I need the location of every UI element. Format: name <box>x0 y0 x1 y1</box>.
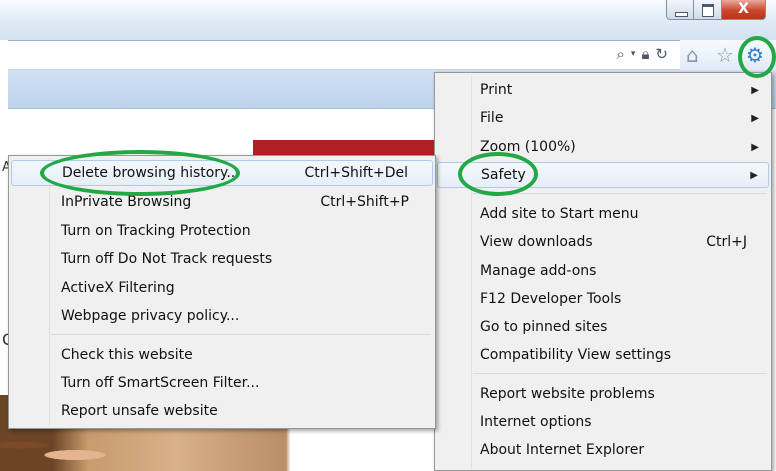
home-icon[interactable]: ⌂ <box>686 45 699 65</box>
menu-item-zoom[interactable]: Zoom (100%) ▶ <box>437 134 769 160</box>
menu-item-manage-addons[interactable]: Manage add-ons <box>437 258 769 284</box>
menu-item-file[interactable]: File ▶ <box>437 105 769 131</box>
menu-item-label: Turn off Do Not Track requests <box>61 251 273 267</box>
menu-item-view-downloads[interactable]: View downloads Ctrl+J <box>437 229 769 255</box>
maximize-icon <box>702 4 714 17</box>
menu-item-about-ie[interactable]: About Internet Explorer <box>437 437 769 463</box>
submenu-arrow-icon: ▶ <box>751 141 759 153</box>
safety-submenu: Delete browsing history... Ctrl+Shift+De… <box>8 155 436 429</box>
menu-item-shortcut: Ctrl+Shift+P <box>320 194 409 210</box>
minimize-button[interactable] <box>666 0 694 20</box>
tools-menu: Print ▶ File ▶ Zoom (100%) ▶ Safety ▶ Ad… <box>434 72 772 471</box>
menu-item-label: Add site to Start menu <box>480 206 639 222</box>
submenu-arrow-icon: ▶ <box>750 169 758 181</box>
menu-item-add-site[interactable]: Add site to Start menu <box>437 201 769 227</box>
submenu-arrow-icon: ▶ <box>751 84 759 96</box>
menu-item-activex-filtering[interactable]: ActiveX Filtering <box>11 275 433 301</box>
menu-item-safety[interactable]: Safety ▶ <box>437 162 769 188</box>
address-bar-icons: ⌕ ▾ 🔒︎ ↻ <box>617 45 669 63</box>
menu-item-delete-history[interactable]: Delete browsing history... Ctrl+Shift+De… <box>11 160 433 186</box>
menu-item-report-problems[interactable]: Report website problems <box>437 381 769 407</box>
menu-item-label: Check this website <box>61 347 193 363</box>
title-bar: X <box>0 0 776 40</box>
menu-item-check-website[interactable]: Check this website <box>11 342 433 368</box>
menu-item-internet-options[interactable]: Internet options <box>437 409 769 435</box>
menu-item-label: ActiveX Filtering <box>61 280 175 296</box>
menu-item-label: Report unsafe website <box>61 403 218 419</box>
menu-separator <box>473 373 767 374</box>
menu-item-label: Compatibility View settings <box>480 347 672 363</box>
menu-item-report-unsafe[interactable]: Report unsafe website <box>11 398 433 424</box>
menu-item-shortcut: Ctrl+Shift+Del <box>304 165 408 181</box>
menu-item-label: Delete browsing history... <box>62 165 240 181</box>
menu-item-label: InPrivate Browsing <box>61 194 192 210</box>
gear-icon[interactable]: ⚙ <box>746 45 764 65</box>
submenu-arrow-icon: ▶ <box>751 112 759 124</box>
star-icon[interactable]: ☆ <box>716 45 734 65</box>
menu-separator <box>473 193 767 194</box>
minimize-icon <box>675 12 688 17</box>
menu-item-label: Print <box>480 82 513 98</box>
menu-item-f12-tools[interactable]: F12 Developer Tools <box>437 286 769 312</box>
menu-item-print[interactable]: Print ▶ <box>437 77 769 103</box>
menu-item-smartscreen[interactable]: Turn off SmartScreen Filter... <box>11 370 433 396</box>
menu-item-label: F12 Developer Tools <box>480 291 622 307</box>
close-icon: X <box>738 1 749 17</box>
menu-item-label: Report website problems <box>480 386 655 402</box>
menu-item-label: Turn off SmartScreen Filter... <box>61 375 260 391</box>
menu-item-label: Zoom (100%) <box>480 139 576 155</box>
menu-item-do-not-track[interactable]: Turn off Do Not Track requests <box>11 246 433 272</box>
menu-item-pinned-sites[interactable]: Go to pinned sites <box>437 314 769 340</box>
menu-item-label: Internet options <box>480 414 592 430</box>
menu-item-label: File <box>480 110 504 126</box>
search-icon[interactable]: ⌕ <box>617 45 625 63</box>
address-bar[interactable]: ⌕ ▾ 🔒︎ ↻ <box>8 40 688 70</box>
menu-item-shortcut: Ctrl+J <box>706 234 747 250</box>
menu-item-label: About Internet Explorer <box>480 442 645 458</box>
maximize-button[interactable] <box>694 0 722 20</box>
menu-item-compat-view[interactable]: Compatibility View settings <box>437 342 769 368</box>
close-button[interactable]: X <box>722 0 766 20</box>
menu-item-label: Go to pinned sites <box>480 319 608 335</box>
menu-item-tracking-protection[interactable]: Turn on Tracking Protection <box>11 218 433 244</box>
lock-icon[interactable]: 🔒︎ <box>641 45 649 63</box>
window-controls: X <box>666 0 766 22</box>
menu-item-label: Turn on Tracking Protection <box>61 223 251 239</box>
dropdown-arrow-icon[interactable]: ▾ <box>631 49 636 59</box>
menu-item-label: Manage add-ons <box>480 263 597 279</box>
menu-item-privacy-policy[interactable]: Webpage privacy policy... <box>11 303 433 329</box>
refresh-icon[interactable]: ↻ <box>655 45 668 63</box>
menu-separator <box>51 334 431 335</box>
menu-item-label: Safety <box>481 167 526 183</box>
command-icons: ⌂ ☆ ⚙ <box>680 40 776 72</box>
menu-item-inprivate[interactable]: InPrivate Browsing Ctrl+Shift+P <box>11 189 433 215</box>
menu-item-label: View downloads <box>480 234 593 250</box>
menu-item-label: Webpage privacy policy... <box>61 308 240 324</box>
